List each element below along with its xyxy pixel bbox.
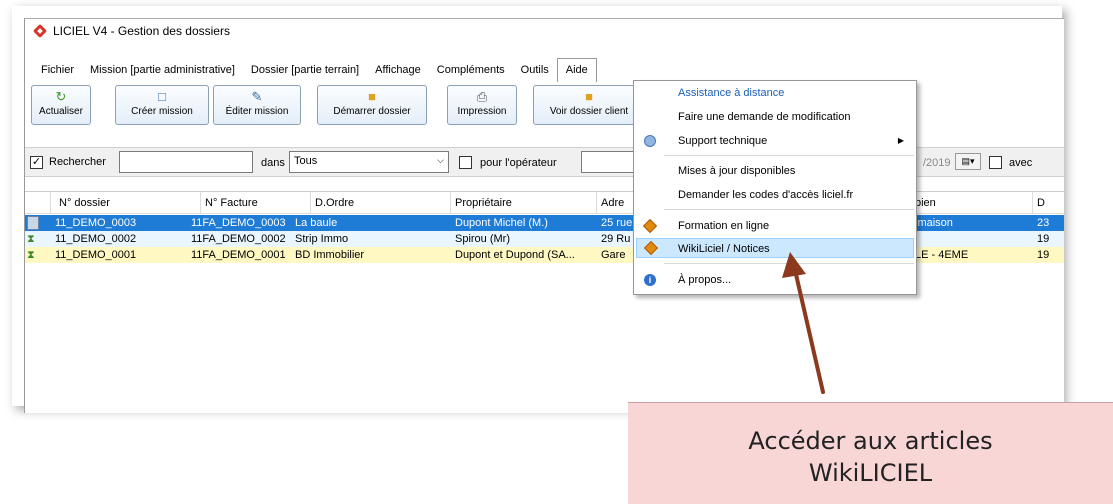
callout-box: Accéder aux articles WikiLICIEL [628,402,1113,504]
arrow-head [782,252,806,278]
callout-line-1: Accéder aux articles [748,427,993,455]
screenshot: LICIEL V4 - Gestion des dossiers Fichier… [0,0,1113,504]
arrow-shaft [793,268,825,394]
callout-line-2: WikiLICIEL [808,459,933,487]
